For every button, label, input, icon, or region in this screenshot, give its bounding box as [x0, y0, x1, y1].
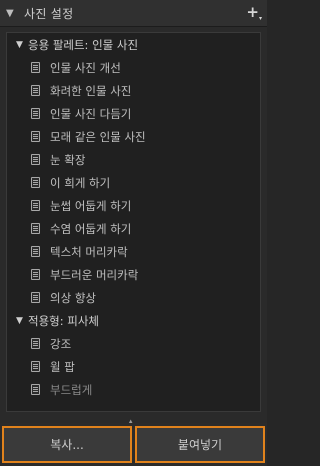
- preset-item[interactable]: 눈 확장: [7, 148, 260, 171]
- preset-item-label: 인물 사진 개선: [50, 60, 121, 75]
- panel-header[interactable]: ▼ 사진 설정 + ▾: [0, 0, 267, 27]
- preset-item-label: 윌 팝: [50, 359, 75, 374]
- paste-button[interactable]: 붙여넣기: [135, 426, 265, 463]
- preset-document-icon: [31, 223, 40, 234]
- preset-group-label: 적용형: 피사체: [28, 313, 100, 328]
- preset-document-icon: [31, 338, 40, 349]
- photo-settings-panel: ▼ 사진 설정 + ▾ ▼ 응용 팔레트: 인물 사진 인물 사진 개선 화려한…: [0, 0, 267, 466]
- preset-item[interactable]: 수염 어둡게 하기: [7, 217, 260, 240]
- preset-group-label: 응용 팔레트: 인물 사진: [28, 37, 139, 52]
- preset-document-icon: [31, 361, 40, 372]
- preset-item-label: 텍스처 머리카락: [50, 244, 128, 259]
- preset-item[interactable]: 화려한 인물 사진: [7, 79, 260, 102]
- preset-item-label: 수염 어둡게 하기: [50, 221, 132, 236]
- preset-group-subject[interactable]: ▼ 적용형: 피사체: [7, 309, 260, 332]
- add-preset-icon[interactable]: +: [246, 4, 259, 20]
- triangle-down-icon[interactable]: ▼: [16, 40, 28, 50]
- preset-item-label: 부드러운 머리카락: [50, 267, 139, 282]
- preset-document-icon: [31, 269, 40, 280]
- preset-document-icon: [31, 177, 40, 188]
- preset-document-icon: [31, 246, 40, 257]
- preset-item[interactable]: 강조: [7, 332, 260, 355]
- preset-item[interactable]: 인물 사진 개선: [7, 56, 260, 79]
- preset-document-icon: [31, 131, 40, 142]
- panel-title: 사진 설정: [24, 6, 74, 21]
- preset-item-label: 강조: [50, 336, 72, 351]
- preset-item-label: 눈썹 어둡게 하기: [50, 198, 132, 213]
- preset-item[interactable]: 인물 사진 다듬기: [7, 102, 260, 125]
- preset-document-icon: [31, 200, 40, 211]
- add-preset-caret-icon[interactable]: ▾: [259, 15, 262, 22]
- preset-item-label: 눈 확장: [50, 152, 86, 167]
- preset-item[interactable]: 이 희게 하기: [7, 171, 260, 194]
- preset-item[interactable]: 모래 같은 인물 사진: [7, 125, 260, 148]
- preset-item-label: 화려한 인물 사진: [50, 83, 132, 98]
- preset-item-label: 인물 사진 다듬기: [50, 106, 132, 121]
- preset-document-icon: [31, 384, 40, 395]
- preset-item[interactable]: 텍스처 머리카락: [7, 240, 260, 263]
- preset-list[interactable]: ▼ 응용 팔레트: 인물 사진 인물 사진 개선 화려한 인물 사진 인물 사진…: [6, 32, 261, 412]
- preset-item[interactable]: 윌 팝: [7, 355, 260, 378]
- preset-document-icon: [31, 62, 40, 73]
- preset-document-icon: [31, 292, 40, 303]
- preset-document-icon: [31, 154, 40, 165]
- preset-item[interactable]: 부드럽게: [7, 378, 260, 401]
- preset-item[interactable]: 부드러운 머리카락: [7, 263, 260, 286]
- preset-item-label: 부드럽게: [50, 382, 93, 397]
- preset-item-label: 모래 같은 인물 사진: [50, 129, 146, 144]
- preset-item-label: 의상 향상: [50, 290, 96, 305]
- action-bar: 복사... 붙여넣기: [0, 423, 267, 466]
- preset-document-icon: [31, 108, 40, 119]
- triangle-down-icon[interactable]: ▼: [16, 316, 28, 326]
- preset-document-icon: [31, 85, 40, 96]
- preset-item-label: 이 희게 하기: [50, 175, 111, 190]
- copy-button[interactable]: 복사...: [2, 426, 132, 463]
- preset-group-portrait[interactable]: ▼ 응용 팔레트: 인물 사진: [7, 33, 260, 56]
- collapse-triangle-icon[interactable]: ▼: [6, 8, 24, 19]
- preset-item[interactable]: 눈썹 어둡게 하기: [7, 194, 260, 217]
- preset-item[interactable]: 의상 향상: [7, 286, 260, 309]
